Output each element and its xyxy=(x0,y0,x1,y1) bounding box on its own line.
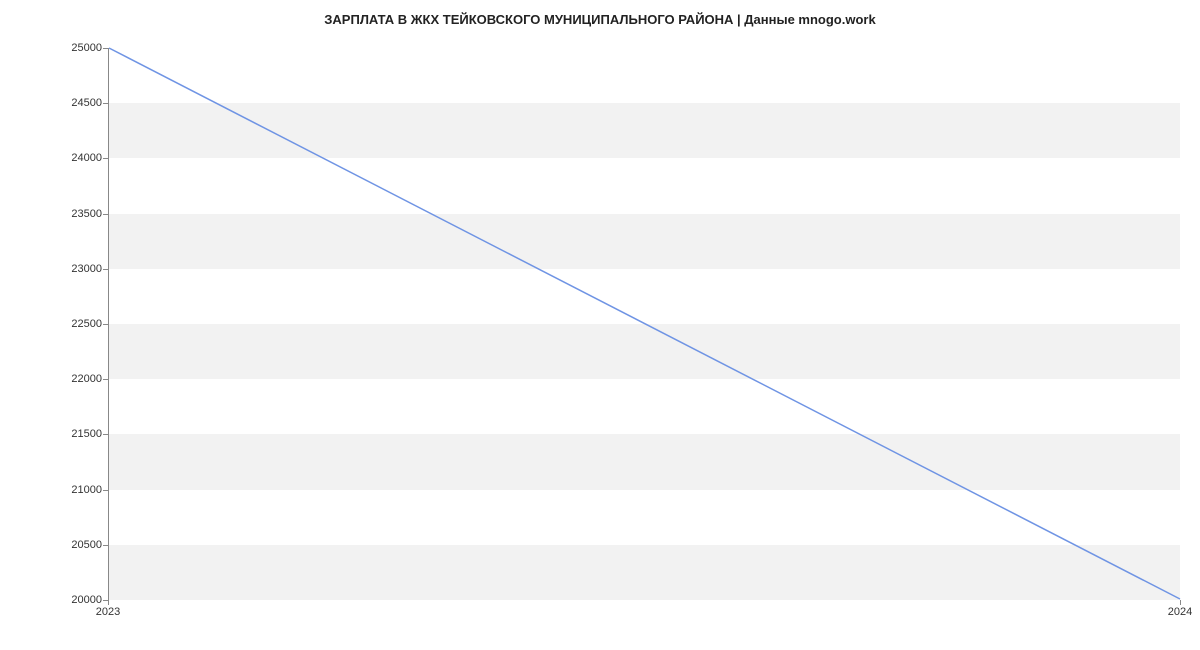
y-tick-label: 23500 xyxy=(22,208,102,220)
y-tick-label: 20500 xyxy=(22,539,102,551)
y-tick-label: 25000 xyxy=(22,42,102,54)
plot-area xyxy=(108,48,1180,600)
line-series xyxy=(109,48,1180,599)
x-tick-label: 2023 xyxy=(96,606,120,618)
y-tick-label: 21500 xyxy=(22,428,102,440)
y-tick-label: 21000 xyxy=(22,484,102,496)
x-tick-mark xyxy=(1180,600,1181,605)
y-tick-label: 24500 xyxy=(22,97,102,109)
chart-container: ЗАРПЛАТА В ЖКХ ТЕЙКОВСКОГО МУНИЦИПАЛЬНОГ… xyxy=(0,0,1200,650)
x-tick-label: 2024 xyxy=(1168,606,1192,618)
line-path xyxy=(109,48,1180,599)
y-tick-label: 22000 xyxy=(22,373,102,385)
y-tick-label: 20000 xyxy=(22,594,102,606)
y-tick-label: 23000 xyxy=(22,263,102,275)
y-tick-label: 24000 xyxy=(22,152,102,164)
x-tick-mark xyxy=(108,600,109,605)
y-tick-label: 22500 xyxy=(22,318,102,330)
chart-title: ЗАРПЛАТА В ЖКХ ТЕЙКОВСКОГО МУНИЦИПАЛЬНОГ… xyxy=(0,12,1200,27)
